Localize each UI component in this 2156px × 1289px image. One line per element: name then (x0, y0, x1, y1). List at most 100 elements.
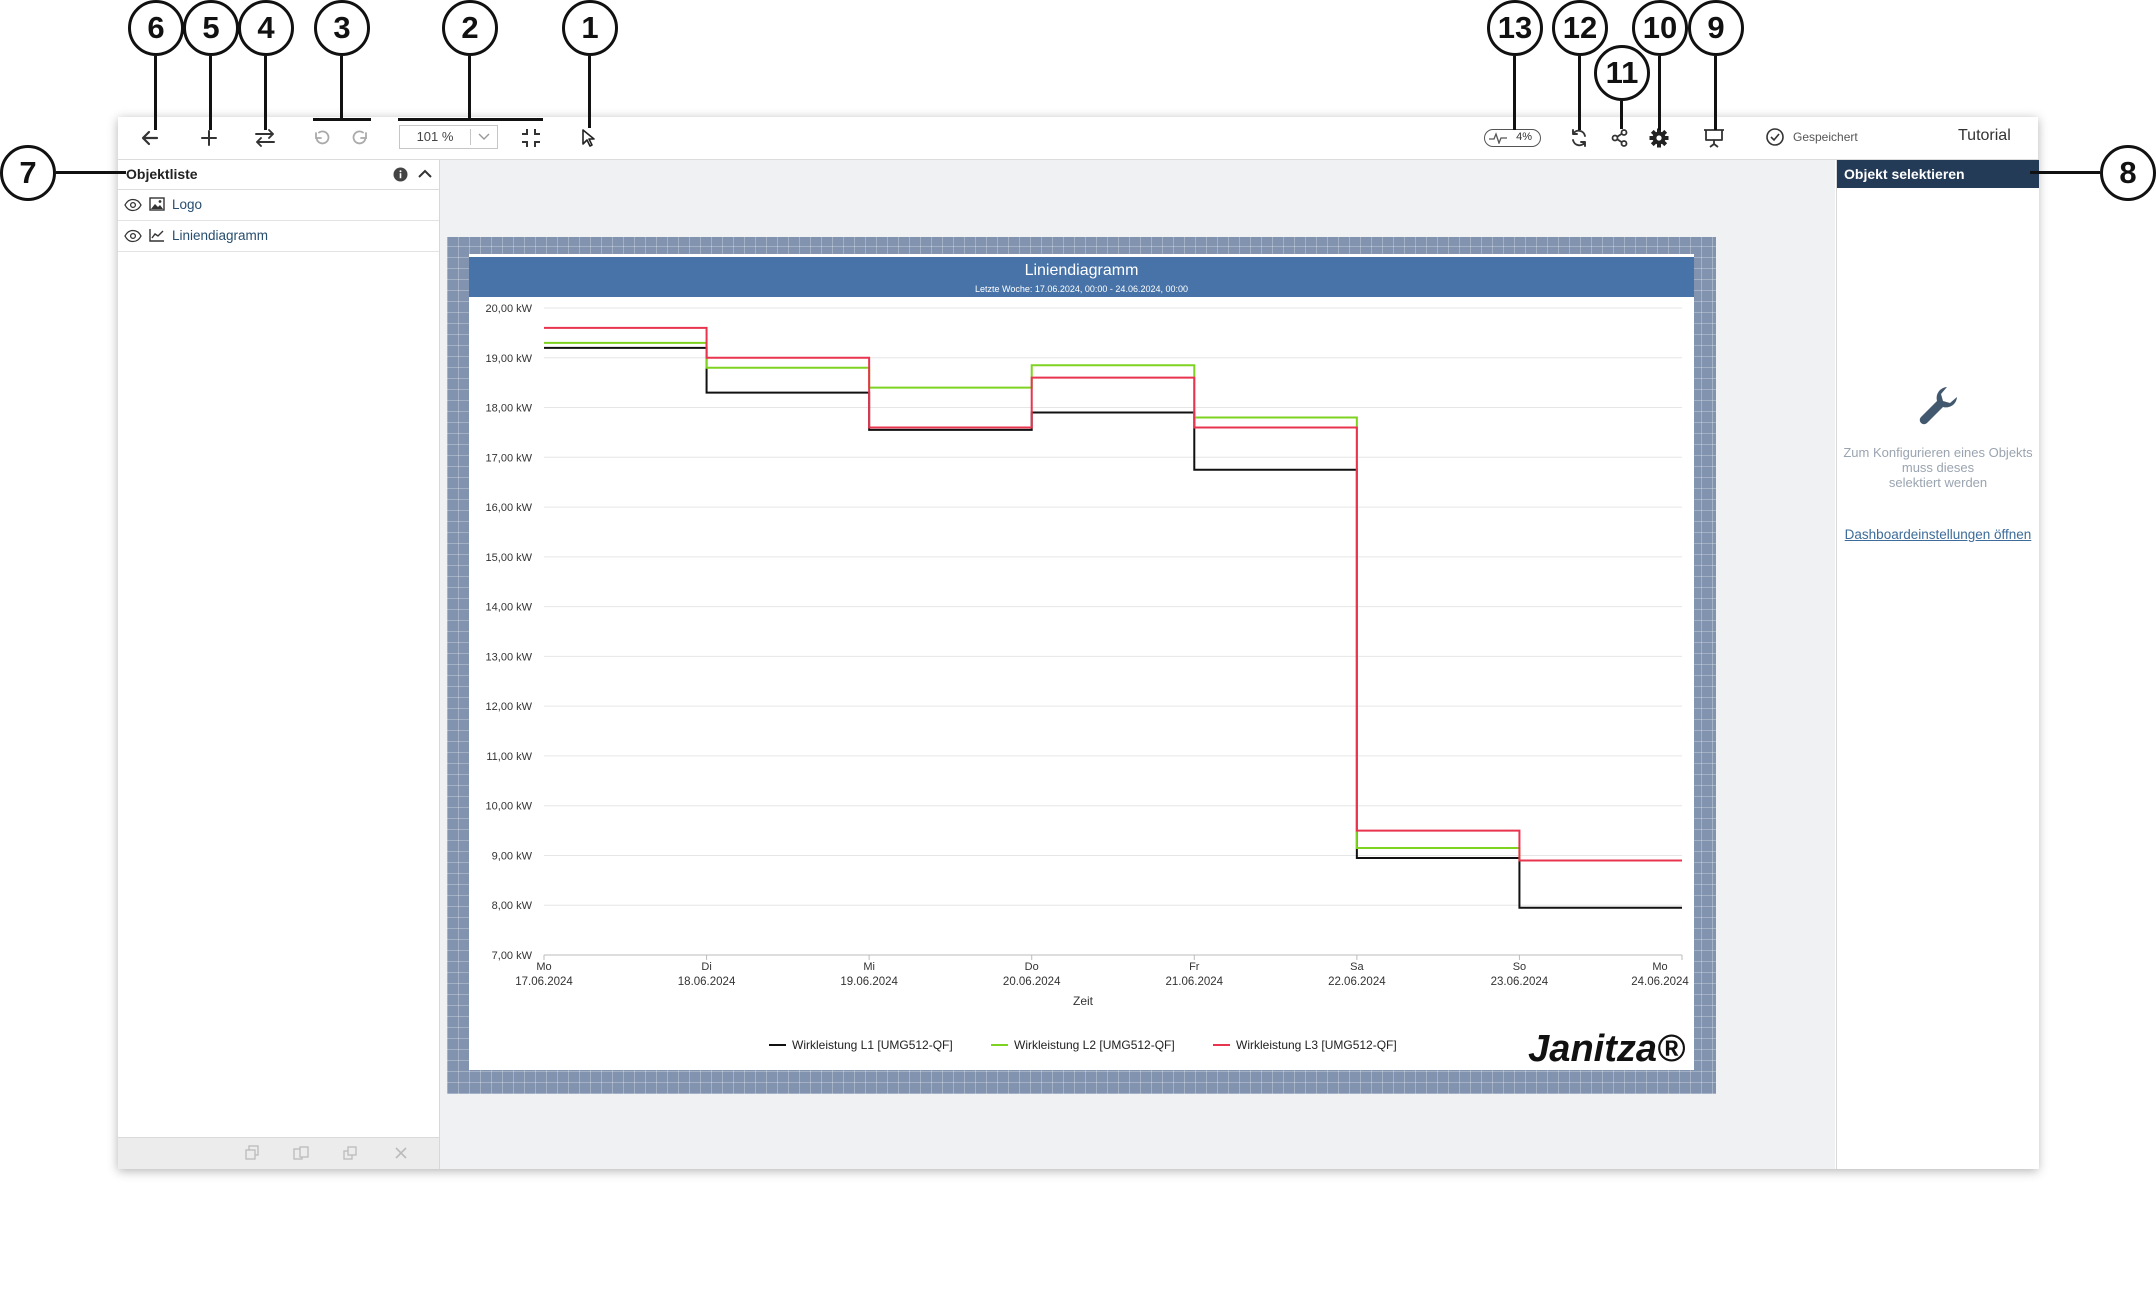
list-item-logo[interactable]: Logo (118, 190, 439, 221)
x-tick-day: Fr (1189, 961, 1200, 973)
callout-3-bar (313, 118, 371, 121)
tutorial-button[interactable]: Tutorial (1958, 127, 2011, 145)
y-tick-label: 8,00 kW (492, 900, 533, 912)
y-tick-label: 13,00 kW (486, 651, 533, 663)
y-tick-label: 7,00 kW (492, 950, 533, 962)
callout-1-line (588, 56, 591, 128)
object-list-actions (118, 1137, 439, 1169)
legend-label: Wirkleistung L3 [UMG512-QF] (1236, 1038, 1397, 1052)
x-tick-day: Di (701, 961, 711, 973)
x-tick-date: 20.06.2024 (1003, 976, 1061, 988)
y-tick-label: 17,00 kW (486, 452, 533, 464)
check-circle-icon (1766, 128, 1784, 146)
chevron-down-icon (478, 133, 490, 140)
callout-5: 5 (183, 0, 239, 56)
cpu-load-indicator[interactable]: 4% (1484, 129, 1541, 147)
save-status-label: Gespeichert (1793, 130, 1858, 144)
share-icon (1611, 129, 1628, 147)
legend-label: Wirkleistung L1 [UMG512-QF] (792, 1038, 953, 1052)
x-tick-day: Do (1025, 961, 1039, 973)
callout-2-line (468, 56, 471, 120)
arrow-left-icon (141, 130, 159, 146)
callout-1: 1 (562, 0, 618, 56)
eye-icon[interactable] (124, 198, 142, 212)
list-item-label: Liniendiagramm (172, 228, 269, 243)
object-list-panel: Objektliste Logo Liniendiagramm (118, 160, 440, 1169)
y-tick-label: 11,00 kW (486, 751, 532, 763)
chart-widget[interactable]: Liniendiagramm Letzte Woche: 17.06.2024,… (469, 254, 1694, 1070)
callout-12: 12 (1552, 0, 1608, 56)
callout-8: 8 (2100, 145, 2156, 201)
copy-icon[interactable] (293, 1145, 309, 1161)
chevron-up-icon[interactable] (418, 169, 432, 179)
duplicate-icon[interactable] (244, 1145, 260, 1161)
cpu-load-value: 4% (1516, 131, 1532, 143)
x-tick-day: Mo (1652, 961, 1667, 973)
y-tick-label: 10,00 kW (486, 801, 533, 813)
heartbeat-icon (1489, 132, 1507, 144)
callout-8-line (2030, 171, 2100, 174)
undo-button[interactable] (308, 125, 334, 151)
callout-7: 7 (0, 145, 56, 201)
redo-icon (352, 130, 367, 145)
line-chart-icon (149, 229, 164, 242)
dashboard-settings-link[interactable]: Dashboardeinstellungen öffnen (1837, 527, 2039, 542)
plus-icon (201, 130, 217, 146)
callout-3: 3 (314, 0, 370, 56)
x-tick-date: 19.06.2024 (840, 976, 898, 988)
object-list-title: Objektliste (126, 166, 198, 182)
callout-13-line (1513, 56, 1516, 130)
zoom-select[interactable]: 101 % (399, 125, 498, 149)
callout-11-line (1620, 101, 1623, 129)
callout-10: 10 (1632, 0, 1688, 56)
zoom-value: 101 % (416, 129, 454, 144)
compress-icon (522, 129, 540, 147)
callout-4-line (264, 56, 267, 130)
list-item-liniendiagramm[interactable]: Liniendiagramm (118, 221, 439, 252)
x-tick-date: 22.06.2024 (1328, 976, 1386, 988)
callout-9-line (1714, 56, 1717, 130)
cursor-icon (582, 129, 595, 147)
paste-icon[interactable] (342, 1145, 358, 1161)
properties-panel: Objekt selektieren Zum Konfigurieren ein… (1836, 160, 2039, 1169)
y-tick-label: 19,00 kW (486, 353, 533, 365)
info-icon[interactable] (393, 167, 408, 182)
object-list-header: Objektliste (118, 160, 439, 190)
x-tick-date: 24.06.2024 (1631, 976, 1689, 988)
x-tick-day: Mo (536, 961, 551, 973)
callout-6-line (154, 56, 157, 130)
callout-5-line (209, 56, 212, 130)
undo-icon (315, 130, 330, 145)
callout-2-bar (398, 118, 543, 121)
x-tick-date: 17.06.2024 (515, 976, 573, 988)
gear-icon (1649, 128, 1669, 148)
eye-icon[interactable] (124, 229, 142, 243)
back-button[interactable] (137, 125, 163, 151)
redo-button[interactable] (348, 125, 374, 151)
properties-message: Zum Konfigurieren eines Objekts muss die… (1843, 445, 2033, 490)
x-tick-date: 23.06.2024 (1491, 976, 1549, 988)
y-tick-label: 14,00 kW (486, 602, 533, 614)
callout-13: 13 (1487, 0, 1543, 56)
y-tick-label: 18,00 kW (486, 403, 533, 415)
line-chart: 20,00 kW 19,00 kW 18,00 kW 17,00 kW 16,00 kW… (486, 303, 1690, 1070)
x-tick-date: 21.06.2024 (1166, 976, 1224, 988)
y-tick-label: 15,00 kW (486, 552, 533, 564)
y-tick-label: 16,00 kW (486, 502, 533, 514)
properties-title: Objekt selektieren (1844, 166, 1965, 182)
select-tool-button[interactable] (576, 125, 600, 151)
janitza-logo: Janitza® (1528, 1028, 1685, 1070)
wrench-icon (1919, 387, 1957, 425)
x-tick-day: So (1513, 961, 1526, 973)
refresh-icon (1572, 129, 1586, 147)
properties-header: Objekt selektieren (1837, 160, 2039, 188)
y-tick-label: 12,00 kW (486, 701, 533, 713)
delete-icon[interactable] (393, 1145, 409, 1161)
callout-12-line (1578, 56, 1581, 130)
fit-to-screen-button[interactable] (518, 125, 544, 151)
series-line (544, 346, 1682, 909)
series-line (544, 341, 1682, 862)
list-item-label: Logo (172, 197, 203, 212)
callout-2: 2 (442, 0, 498, 56)
y-tick-label: 9,00 kW (492, 850, 533, 862)
